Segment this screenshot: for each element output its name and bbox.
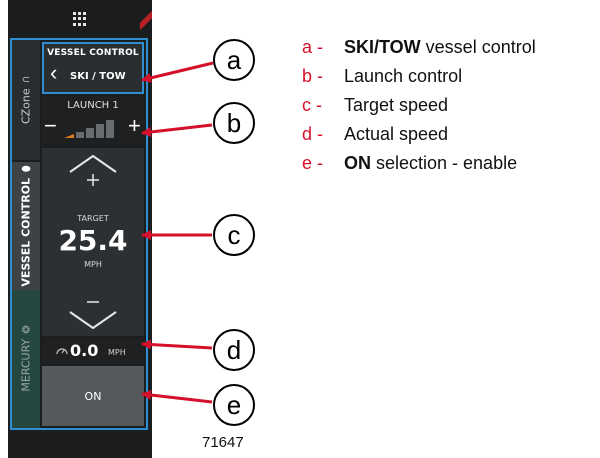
callout-d: d	[141, 329, 255, 371]
legend-text: selection - enable	[371, 153, 518, 173]
legend-bold-text: ON	[344, 153, 371, 173]
legend-row-d: d - Actual speed	[302, 124, 536, 153]
legend-text: Actual speed	[344, 124, 449, 144]
legend-row-b: b - Launch control	[302, 66, 536, 95]
callout-b: b	[141, 102, 255, 144]
callout-b-letter: b	[227, 108, 241, 138]
legend-key: d -	[302, 124, 324, 144]
legend-key: b -	[302, 66, 324, 86]
figure-number: 71647	[202, 434, 244, 451]
legend-text: vessel control	[420, 37, 536, 57]
callout-a: a	[141, 39, 255, 83]
callout-e-letter: e	[227, 390, 241, 420]
legend-row-e: e - ON selection - enable	[302, 153, 536, 182]
legend-row-a: a - SKI/TOW vessel control	[302, 37, 536, 66]
callout-c-letter: c	[228, 220, 241, 250]
legend-key: a -	[302, 37, 324, 57]
legend: a - SKI/TOW vessel control b - Launch cont…	[302, 37, 536, 182]
legend-key: e -	[302, 153, 324, 173]
legend-text: Launch control	[344, 66, 463, 86]
legend-text: Target speed	[344, 95, 449, 115]
callout-c: c	[141, 214, 255, 256]
legend-key: c -	[302, 95, 322, 115]
callout-a-letter: a	[227, 45, 242, 75]
legend-row-c: c - Target speed	[302, 95, 536, 124]
callout-e: e	[141, 384, 255, 426]
callout-d-letter: d	[227, 335, 241, 365]
legend-bold-text: SKI/TOW	[344, 37, 421, 57]
